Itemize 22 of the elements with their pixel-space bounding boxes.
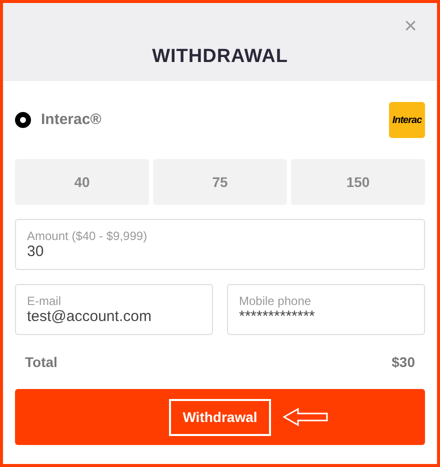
close-button[interactable]: × <box>404 15 417 37</box>
field-value: test@account.com <box>27 308 152 326</box>
field-label: E-mail <box>27 294 62 308</box>
field-value: 30 <box>27 242 45 260</box>
dialog-title: WITHDRAWAL <box>152 44 288 68</box>
input-field[interactable]: E-mail test@account.com <box>15 284 213 335</box>
arrow-icon <box>283 407 329 427</box>
input-field[interactable]: Mobile phone ************* <box>227 284 425 335</box>
total-value: $30 <box>392 352 415 372</box>
amount-preset[interactable]: 150 <box>291 159 425 205</box>
button-label: Withdrawal <box>168 398 272 436</box>
method-label: Interac® <box>41 110 102 130</box>
input-field[interactable]: Amount ($40 - $9,999) 30 <box>15 219 425 270</box>
total-label: Total <box>25 352 58 372</box>
field-label: Mobile phone <box>239 294 312 308</box>
radio-button[interactable] <box>15 112 31 128</box>
field-value: ************* <box>239 308 316 326</box>
interac-logo: Interac <box>389 102 425 138</box>
amount-preset[interactable]: 75 <box>153 159 287 205</box>
field-label: Amount ($40 - $9,999) <box>27 228 148 242</box>
withdrawal-button[interactable]: Withdrawal <box>15 389 425 445</box>
amount-preset[interactable]: 40 <box>15 159 149 205</box>
